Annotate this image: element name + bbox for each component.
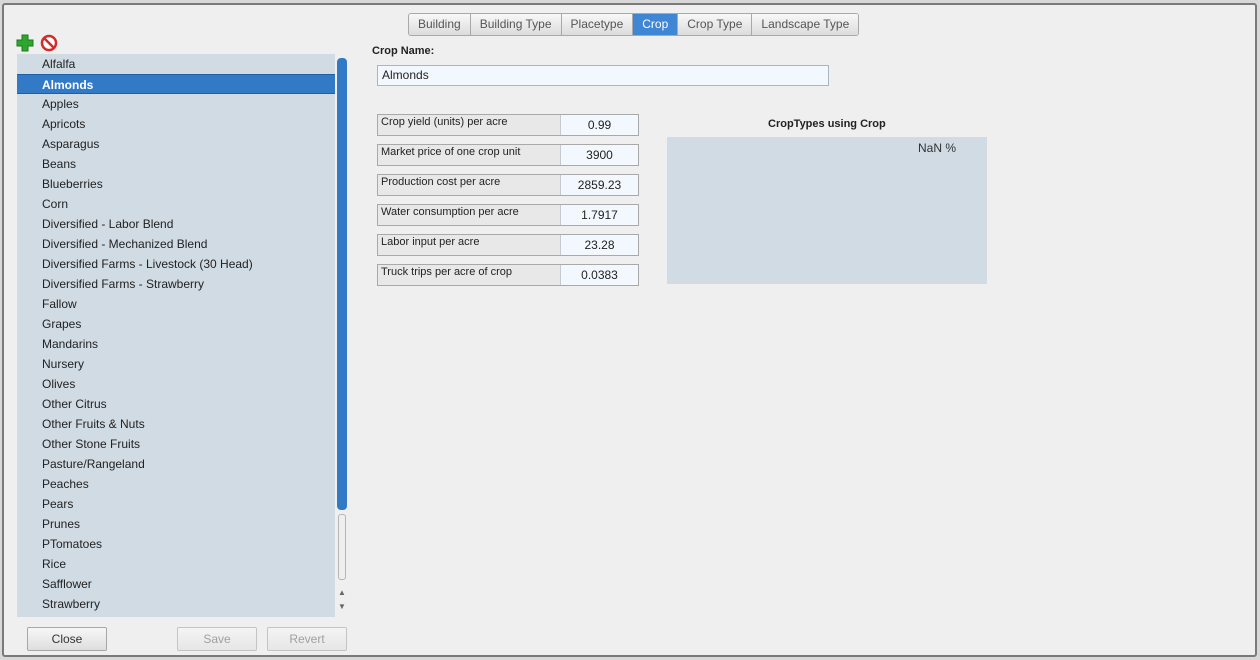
field-label: Production cost per acre (381, 176, 501, 188)
croptypes-chart: NaN % (667, 137, 987, 284)
list-item[interactable]: PTomatoes (17, 534, 335, 554)
list-item[interactable]: Prunes (17, 514, 335, 534)
field-value-input[interactable]: 3900 (560, 145, 638, 165)
field-label: Truck trips per acre of crop (381, 266, 513, 278)
tab-building-type[interactable]: Building Type (470, 14, 562, 35)
field-label: Labor input per acre (381, 236, 480, 248)
list-item[interactable]: Diversified Farms - Livestock (30 Head) (17, 254, 335, 274)
chart-title: CropTypes using Crop (768, 118, 886, 130)
list-item[interactable]: Strawberry (17, 594, 335, 614)
list-item[interactable]: Rice (17, 554, 335, 574)
scroll-down-icon[interactable]: ▼ (336, 601, 348, 613)
crop-name-label: Crop Name: (372, 45, 435, 57)
save-button[interactable]: Save (177, 627, 257, 651)
crop-list: Alfalfa Almonds Apples Apricots Asparagus Bea… (17, 54, 335, 617)
tab-crop-type[interactable]: Crop Type (678, 14, 753, 35)
list-item[interactable]: Fallow (17, 294, 335, 314)
list-item[interactable]: Pasture/Rangeland (17, 454, 335, 474)
list-item[interactable]: Nursery (17, 354, 335, 374)
list-item[interactable]: Corn (17, 194, 335, 214)
list-item[interactable]: Apples (17, 94, 335, 114)
list-item[interactable]: Other Citrus (17, 394, 335, 414)
list-item[interactable]: Olives (17, 374, 335, 394)
list-item[interactable]: Blueberries (17, 174, 335, 194)
field-row: Market price of one crop unit 3900 (377, 144, 639, 166)
field-label: Market price of one crop unit (381, 146, 521, 158)
crop-name-input[interactable]: Almonds (377, 65, 829, 86)
field-value-input[interactable]: 0.99 (560, 115, 638, 135)
scroll-thumb[interactable] (337, 58, 347, 510)
list-item[interactable]: Diversified Farms - Strawberry (17, 274, 335, 294)
list-item[interactable]: Other Stone Fruits (17, 434, 335, 454)
field-value-input[interactable]: 1.7917 (560, 205, 638, 225)
field-label: Crop yield (units) per acre (381, 116, 508, 128)
list-item[interactable]: Other Fruits & Nuts (17, 414, 335, 434)
list-item[interactable]: Peaches (17, 474, 335, 494)
field-row: Water consumption per acre 1.7917 (377, 204, 639, 226)
tab-crop[interactable]: Crop (633, 14, 679, 35)
field-row: Labor input per acre 23.28 (377, 234, 639, 256)
plus-icon[interactable] (16, 34, 34, 52)
tab-landscape-type[interactable]: Landscape Type (752, 14, 859, 35)
field-value-input[interactable]: 0.0383 (560, 265, 638, 285)
list-item[interactable]: Almonds (17, 74, 335, 94)
list-item[interactable]: Diversified - Mechanized Blend (17, 234, 335, 254)
field-value-input[interactable]: 2859.23 (560, 175, 638, 195)
field-row: Truck trips per acre of crop 0.0383 (377, 264, 639, 286)
list-scrollbar[interactable]: ▲ ▼ (335, 54, 349, 617)
list-item[interactable]: Diversified - Labor Blend (17, 214, 335, 234)
field-row: Crop yield (units) per acre 0.99 (377, 114, 639, 136)
list-item[interactable]: Asparagus (17, 134, 335, 154)
field-row: Production cost per acre 2859.23 (377, 174, 639, 196)
crop-name-value: Almonds (382, 68, 429, 82)
scroll-up-icon[interactable]: ▲ (336, 587, 348, 599)
list-item[interactable]: Beans (17, 154, 335, 174)
list-item[interactable]: Mandarins (17, 334, 335, 354)
field-value-input[interactable]: 23.28 (560, 235, 638, 255)
no-entry-icon[interactable] (40, 34, 58, 52)
revert-button[interactable]: Revert (267, 627, 347, 651)
close-button[interactable]: Close (27, 627, 107, 651)
tab-bar: Building Building Type Placetype Crop Crop T… (408, 13, 860, 36)
tab-placetype[interactable]: Placetype (561, 14, 634, 35)
list-item[interactable]: Safflower (17, 574, 335, 594)
list-item[interactable]: Alfalfa (17, 54, 335, 74)
list-item[interactable]: Apricots (17, 114, 335, 134)
scroll-track[interactable] (338, 514, 346, 580)
field-label: Water consumption per acre (381, 206, 519, 218)
list-item[interactable]: Grapes (17, 314, 335, 334)
tab-building[interactable]: Building (409, 14, 471, 35)
list-item[interactable]: Pears (17, 494, 335, 514)
crop-editor-dialog: Building Building Type Placetype Crop Crop T… (2, 3, 1257, 657)
chart-value-text: NaN % (918, 141, 957, 155)
